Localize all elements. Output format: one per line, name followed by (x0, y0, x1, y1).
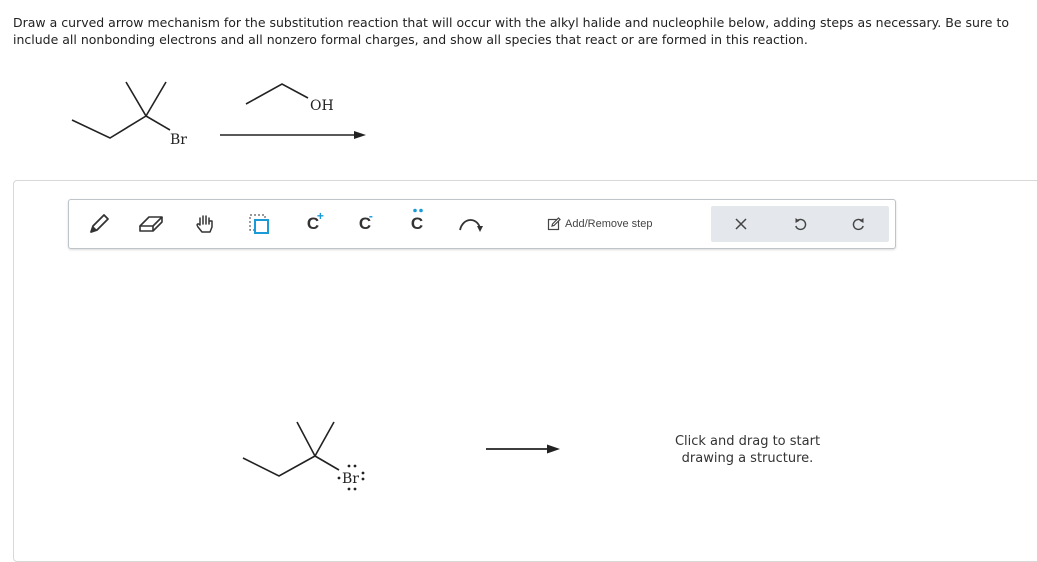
canvas-hint-line1: Click and drag to start (674, 434, 821, 449)
bromine-atom-label: Br (170, 132, 187, 148)
positive-charge-tool[interactable]: C + (295, 200, 331, 248)
canvas-hint-line2: drawing a structure. (681, 451, 814, 466)
question-text: Draw a curved arrow mechanism for the su… (13, 15, 1009, 47)
redo-button[interactable] (829, 206, 888, 242)
canvas-alkyl-halide-structure: Br (242, 421, 365, 491)
edit-icon (547, 217, 561, 231)
eraser-icon (139, 216, 163, 232)
canvas-reaction-arrow (486, 444, 560, 454)
minus-charge-icon: - (368, 209, 373, 223)
curved-arrow-tool[interactable] (451, 200, 491, 248)
canvas-hint: Click and drag to start drawing a struct… (640, 433, 855, 467)
lone-pair-tool[interactable]: C (399, 200, 435, 248)
lone-pair-dots-icon (413, 208, 423, 213)
clear-button[interactable] (711, 206, 770, 242)
add-remove-step-button[interactable]: Add/Remove step (547, 200, 652, 248)
redo-icon (852, 218, 864, 231)
curved-arrow-icon (459, 219, 483, 232)
pencil-icon (90, 214, 109, 233)
negative-charge-label: C- (358, 209, 373, 233)
positive-charge-label: C + (306, 209, 324, 233)
drawing-toolbar: C + C- C Add/Remove step (68, 199, 896, 249)
x-icon (734, 218, 747, 230)
undo-button[interactable] (770, 206, 829, 242)
lone-pair-label: C (411, 208, 423, 234)
select-tool[interactable] (241, 200, 277, 248)
dotted-square-icon (249, 214, 269, 234)
add-remove-step-label: Add/Remove step (565, 218, 653, 230)
undo-icon (794, 218, 806, 231)
hand-icon (196, 215, 213, 233)
plus-charge-icon: + (316, 209, 324, 223)
nucleophile-structure: OH (245, 83, 334, 114)
canvas-bromine-label: Br (342, 471, 359, 487)
eraser-tool[interactable] (133, 200, 169, 248)
history-controls (711, 206, 889, 242)
hydroxyl-label: OH (310, 98, 334, 114)
negative-charge-tool[interactable]: C- (347, 200, 383, 248)
reaction-arrow (220, 131, 366, 139)
hand-tool[interactable] (187, 200, 223, 248)
pencil-tool[interactable] (81, 200, 117, 248)
alkyl-halide-structure: Br (71, 81, 187, 148)
